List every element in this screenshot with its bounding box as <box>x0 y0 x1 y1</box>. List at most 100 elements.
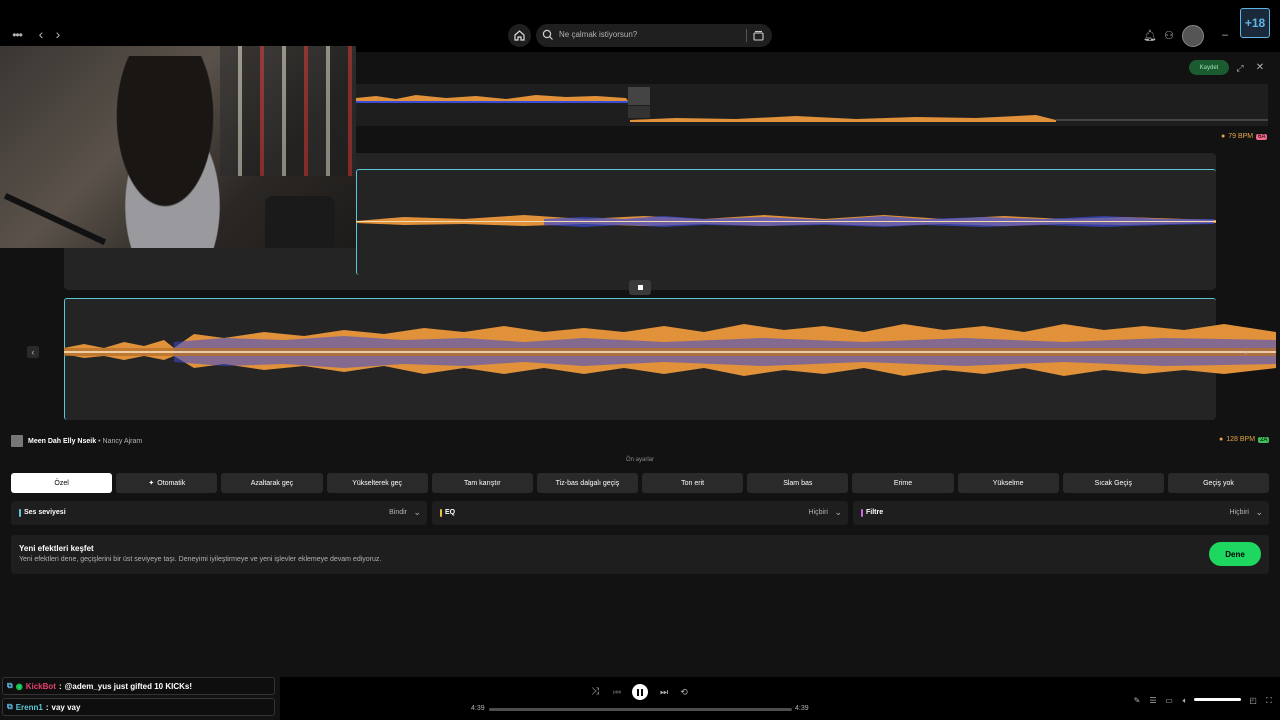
poster-wall <box>220 46 356 176</box>
chevron-down-icon: ⌄ <box>834 507 842 517</box>
elapsed-time: 4:39 <box>471 705 485 712</box>
home-button[interactable] <box>508 24 531 47</box>
preset-lift[interactable]: Yükselme <box>957 473 1059 493</box>
eq-value: Hiçbiri <box>808 509 828 516</box>
stop-icon <box>637 285 643 290</box>
presets-header: Ön ayarlar <box>625 457 654 463</box>
verified-icon: ◉ <box>15 681 23 691</box>
stream-logo: +18 <box>1240 8 1270 38</box>
track-b-info: Meen Dah Elly Nseik • Nancy Ajram <box>11 435 142 447</box>
back-icon[interactable]: ‹ <box>35 27 47 41</box>
filter-control[interactable]: Filtre Hiçbiri ⌄ <box>853 501 1269 525</box>
try-button[interactable]: Dene <box>1209 542 1261 566</box>
effects-promo: Yeni efektleri keşfet Yeni efektleri den… <box>11 535 1269 574</box>
preset-label: Yükselterek geç <box>352 479 402 487</box>
track-b-cover <box>11 435 23 447</box>
track-b-key: 2A <box>1258 436 1270 443</box>
filter-color-bar <box>861 509 863 517</box>
preset-label: Ton erit <box>681 479 705 487</box>
mini-player-icon[interactable]: ◰ <box>1248 694 1258 708</box>
forward-icon[interactable]: › <box>52 27 64 41</box>
expand-icon[interactable]: ⤢ <box>1234 61 1246 75</box>
preset-custom[interactable]: Özel <box>11 473 113 493</box>
track-b-artist[interactable]: Nancy Ajram <box>103 438 143 445</box>
eq-label: EQ <box>445 509 456 516</box>
minimize-icon[interactable]: – <box>1219 28 1231 42</box>
preset-label: Azaltarak geç <box>250 479 294 487</box>
deck-b[interactable] <box>64 298 1276 420</box>
next-icon[interactable]: ⏭︎ <box>658 685 670 699</box>
search-bar[interactable]: Ne çalmak istiyorsun? <box>536 24 772 47</box>
volume-value: Bindir <box>389 509 407 516</box>
preset-rise[interactable]: Yükselterek geç <box>326 473 428 493</box>
preset-label: Tam karıştır <box>463 479 501 487</box>
track-b-waveform <box>64 324 1276 376</box>
preset-label: Erime <box>893 479 913 487</box>
track-b-tempo: ● 128 BPM 2A <box>1219 436 1270 443</box>
browse-icon[interactable] <box>752 29 765 42</box>
mix-overview[interactable] <box>356 84 1268 126</box>
friends-activity-icon[interactable]: ⚇ <box>1163 29 1175 43</box>
chat-message-text: vay vay <box>51 702 81 712</box>
volume-slider[interactable] <box>1194 698 1241 701</box>
volume-control[interactable]: Ses seviyesi Bindir ⌄ <box>11 501 427 525</box>
preset-melt[interactable]: Erime <box>852 473 954 493</box>
track-b-bpm: 128 BPM <box>1226 436 1256 443</box>
track-a-key: 6A <box>1256 133 1268 140</box>
track-a-tempo: ● 79 BPM 6A <box>1221 133 1268 140</box>
sparkle-icon: ✦ <box>148 480 155 487</box>
filter-label: Filtre <box>866 509 884 516</box>
preset-label: Tiz-bas dalgalı geçiş <box>555 479 620 487</box>
overview-waveform <box>356 87 1268 122</box>
chat-colon: : <box>45 702 49 712</box>
save-button[interactable]: Kaydet <box>1189 60 1229 75</box>
chat-message: ⧉ ◉ KickBot : @adem_yus just gifted 10 K… <box>2 677 275 695</box>
search-divider <box>746 29 747 42</box>
eq-control[interactable]: EQ Hiçbiri ⌄ <box>432 501 848 525</box>
preset-tone-melt[interactable]: Ton erit <box>642 473 744 493</box>
preset-treble-bass[interactable]: Tiz-bas dalgalı geçiş <box>536 473 639 493</box>
scroll-right-icon[interactable]: › <box>1240 346 1252 358</box>
volume-icon[interactable]: 🔈︎ <box>1180 694 1190 708</box>
notifications-icon[interactable]: 🔔︎ <box>1143 29 1157 43</box>
preset-label: Yükselme <box>992 479 1024 487</box>
preset-slam-bass[interactable]: Slam bas <box>747 473 849 493</box>
preset-fade-out[interactable]: Azaltarak geç <box>221 473 323 493</box>
stop-button[interactable] <box>629 280 651 295</box>
shuffle-icon[interactable]: ⤨ <box>589 685 601 699</box>
progress-bar[interactable] <box>489 708 792 711</box>
kick-badge-icon: ⧉ <box>7 702 13 711</box>
now-playing-view-icon[interactable]: ✎ <box>1132 694 1142 708</box>
chevron-down-icon: ⌄ <box>1255 507 1263 517</box>
preset-label: Slam bas <box>783 479 813 487</box>
connect-device-icon[interactable]: ▭ <box>1164 694 1174 708</box>
eq-color-bar <box>440 509 442 517</box>
filter-value: Hiçbiri <box>1229 509 1249 516</box>
microphone <box>265 196 335 248</box>
fullscreen-icon[interactable]: ⛶ <box>1264 694 1274 708</box>
preset-warm[interactable]: Sıcak Geçiş <box>1062 473 1164 493</box>
queue-icon[interactable]: ☰ <box>1148 694 1158 708</box>
more-options-icon[interactable]: ••• <box>10 28 24 42</box>
pause-button[interactable] <box>632 684 648 700</box>
scroll-left-icon[interactable]: ‹ <box>27 346 39 358</box>
search-input[interactable]: Ne çalmak istiyorsun? <box>559 30 637 39</box>
player-bar: ⤨ ⏮︎ ⏭︎ ⟲ 4:39 4:39 ✎ ☰ ▭ 🔈︎ ◰ ⛶ <box>280 677 1280 720</box>
bpm-icon: ● <box>1219 436 1224 443</box>
streamer <box>90 56 240 248</box>
chat-colon: : <box>58 681 62 691</box>
webcam-overlay <box>0 46 356 248</box>
preset-auto[interactable]: ✦ Otomatik <box>116 473 218 493</box>
promo-text: Yeni efektleri dene, geçişlerini bir üst… <box>19 556 382 563</box>
chat-user: KickBot <box>25 681 56 691</box>
preset-label: Otomatik <box>157 479 186 487</box>
repeat-icon[interactable]: ⟲ <box>678 685 690 699</box>
preset-none[interactable]: Geçiş yok <box>1167 473 1270 493</box>
previous-icon[interactable]: ⏮︎ <box>611 685 623 699</box>
track-b-title[interactable]: Meen Dah Elly Nseik <box>28 438 96 445</box>
avatar[interactable] <box>1182 25 1204 47</box>
track-a-bpm: 79 BPM <box>1228 133 1254 140</box>
close-icon[interactable]: ✕ <box>1254 61 1266 75</box>
top-bar: ••• ‹ › Ne çalmak istiyorsun? 🔔︎ ⚇ – +18 <box>0 0 1280 52</box>
preset-full-mix[interactable]: Tam karıştır <box>431 473 533 493</box>
